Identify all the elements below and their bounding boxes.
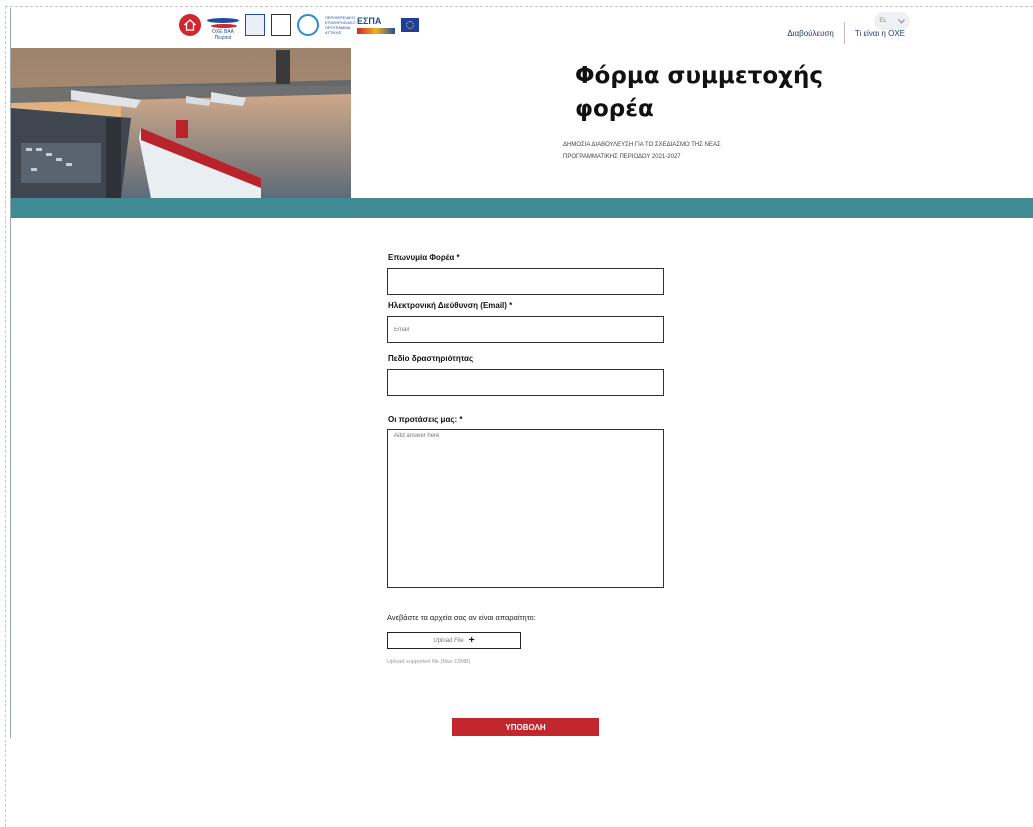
- page-subtitle-line1: ΔΗΜΟΣΙΑ ΔΙΑΒΟΥΛΕΥΣΗ ΓΙΑ ΤΟ ΣΧΕΔΙΑΣΜΟ ΤΗΣ…: [563, 142, 721, 148]
- activity-input[interactable]: [388, 370, 663, 395]
- espa-logo-title: ΕΣΠΑ: [357, 16, 382, 26]
- oxe-logo: ΟΧΕ ΒΑΑ Πειραιά: [207, 12, 239, 41]
- page-subtitle-line2: ΠΡΟΓΡΑΜΜΑΤΙΚΗΣ ΠΕΡΙΟΔΟΥ 2021-2027: [563, 154, 681, 160]
- chevron-down-icon: [897, 18, 905, 24]
- upload-note: Upload supported file (Max 15MB): [387, 659, 471, 665]
- email-field: [387, 316, 664, 343]
- attica-logo-icon: [297, 14, 319, 36]
- org-name-input[interactable]: [388, 269, 663, 294]
- program-logo-text: ΠΕΡΙΦΕΡΕΙΑΚΟ ΕΠΙΧΕΙΡΗΣΙΑΚΟ ΠΡΟΓΡΑΜΜΑ ΑΤΤ…: [325, 15, 356, 35]
- home-button[interactable]: [179, 14, 201, 36]
- upload-file-button[interactable]: Upload File +: [387, 632, 521, 649]
- page-title-line2: φορέα: [575, 96, 654, 122]
- port-photo: [11, 48, 351, 198]
- language-value: EL: [879, 18, 887, 24]
- municipality-logo: [245, 14, 265, 36]
- org-name-label: Επωνυμία Φορέα *: [388, 253, 460, 262]
- logo-strip: ΟΧΕ ΒΑΑ Πειραιά ΠΕΡΙΦΕΡΕΙΑΚΟ ΕΠΙΧΕΙΡΗΣΙΑ…: [179, 12, 419, 41]
- eu-flag-icon: [401, 18, 419, 32]
- proposals-textarea[interactable]: [388, 430, 663, 587]
- page-title-line1: Φόρμα συμμετοχής: [575, 63, 823, 89]
- home-icon: [184, 19, 196, 31]
- oxe-logo-text: ΟΧΕ ΒΑΑ Πειραιά: [212, 29, 234, 41]
- hero-band: [11, 198, 1033, 218]
- email-input[interactable]: [388, 317, 663, 342]
- submit-button[interactable]: ΥΠΟΒΟΛΗ: [452, 718, 599, 736]
- espa-logo: ΕΣΠΑ: [357, 13, 395, 37]
- email-label: Ηλεκτρονική Διεύθυνση (Email) *: [388, 301, 513, 310]
- language-select[interactable]: EL: [874, 12, 910, 30]
- plus-icon: +: [468, 635, 475, 646]
- nav-consultation[interactable]: Διαβούλευση: [777, 29, 844, 38]
- frame-border-top: [5, 6, 1033, 7]
- port-logo: [271, 14, 291, 36]
- page-title: Φόρμα συμμετοχής φορέα: [575, 60, 823, 126]
- espa-logo-stripe: [357, 28, 395, 34]
- proposals-field: [387, 429, 664, 588]
- activity-field: [387, 369, 664, 396]
- page-subtitle: ΔΗΜΟΣΙΑ ΔΙΑΒΟΥΛΕΥΣΗ ΓΙΑ ΤΟ ΣΧΕΔΙΑΣΜΟ ΤΗΣ…: [563, 139, 721, 163]
- activity-field-label: Πεδίο δραστηριότητας: [388, 354, 474, 363]
- frame-border-left: [5, 6, 6, 827]
- upload-file-label: Upload File: [433, 637, 464, 644]
- port-photo-illustration: [11, 48, 351, 198]
- proposals-label: Οι προτάσεις μας: *: [388, 415, 463, 424]
- upload-label: Ανεβάστε τα αρχεία σας αν είναι απαραίτη…: [387, 613, 536, 622]
- org-name-field: [387, 268, 664, 295]
- nav-what-is-oxe[interactable]: Τι είναι η ΟΧΕ: [845, 29, 915, 38]
